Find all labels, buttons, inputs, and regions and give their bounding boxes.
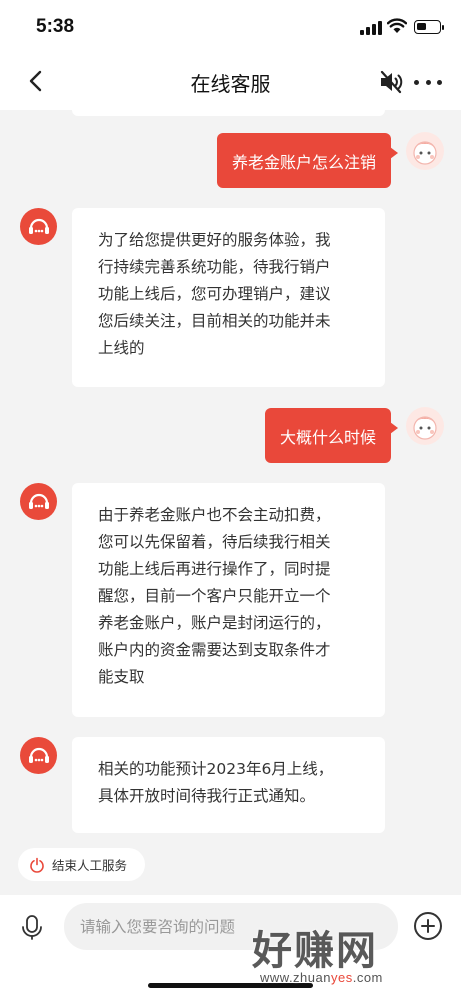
message-line: 您可以先保留着，待后续我行相关 bbox=[98, 533, 331, 551]
nav-bar: 在线客服 bbox=[0, 52, 461, 110]
headset-icon bbox=[28, 747, 49, 763]
user-avatar-icon bbox=[413, 141, 437, 165]
battery-icon bbox=[414, 20, 444, 34]
message-line: 功能上线后，您可办理销户，建议 bbox=[98, 285, 331, 303]
message-line: 行持续完善系统功能，待我行销户 bbox=[98, 258, 331, 276]
message-input[interactable] bbox=[64, 903, 398, 950]
agent-avatar[interactable] bbox=[20, 208, 57, 245]
microphone-icon[interactable] bbox=[20, 913, 44, 941]
user-message-text: 养老金账户怎么注销 bbox=[231, 152, 376, 172]
add-button[interactable] bbox=[414, 912, 442, 940]
agent-avatar[interactable] bbox=[20, 737, 57, 774]
headset-icon bbox=[28, 218, 49, 234]
message-line: 由于养老金账户也不会主动扣费， bbox=[98, 506, 331, 524]
input-bar bbox=[0, 895, 461, 1000]
chat-area[interactable]: 养老金账户怎么注销 为了给您提供更好的服务体验，我 行持续完善系统功能，待我行销… bbox=[0, 110, 461, 895]
message-line: 醒您，目前一个客户只能开立一个 bbox=[98, 587, 331, 605]
more-icon-dot bbox=[425, 79, 431, 85]
more-icon-dot bbox=[414, 79, 419, 85]
status-bar: 5:38 bbox=[0, 0, 461, 52]
message-line: 为了给您提供更好的服务体验，我 bbox=[98, 231, 331, 249]
previous-message-card bbox=[72, 110, 385, 116]
agent-message-bubble[interactable]: 为了给您提供更好的服务体验，我 行持续完善系统功能，待我行销户 功能上线后，您可… bbox=[72, 208, 385, 387]
battery-level bbox=[417, 23, 426, 30]
plus-icon bbox=[421, 919, 435, 933]
status-time: 5:38 bbox=[36, 16, 75, 37]
user-avatar[interactable] bbox=[406, 407, 444, 445]
cellular-signal-icon bbox=[360, 21, 382, 35]
user-message-bubble[interactable]: 养老金账户怎么注销 bbox=[216, 133, 399, 188]
speaker-mute-icon[interactable] bbox=[378, 69, 404, 95]
end-human-service-button[interactable]: 结束人工服务 bbox=[18, 848, 146, 881]
message-line: 功能上线后再进行操作了，同时提 bbox=[98, 560, 331, 578]
message-line: 能支取 bbox=[98, 668, 145, 686]
message-line: 您后续关注，目前相关的功能并未 bbox=[98, 312, 331, 330]
agent-message-bubble[interactable]: 由于养老金账户也不会主动扣费， 您可以先保留着，待后续我行相关 功能上线后再进行… bbox=[72, 483, 385, 717]
user-avatar[interactable] bbox=[406, 132, 444, 170]
power-icon bbox=[30, 857, 44, 873]
more-icon-dot bbox=[437, 79, 442, 85]
headset-icon bbox=[28, 493, 49, 509]
message-line: 相关的功能预计2023年6月上线， bbox=[98, 760, 334, 778]
wifi-icon bbox=[387, 18, 407, 33]
end-service-label: 结束人工服务 bbox=[52, 858, 128, 873]
agent-message-bubble[interactable]: 相关的功能预计2023年6月上线， 具体开放时间待我行正式通知。 bbox=[72, 737, 385, 833]
user-avatar-icon bbox=[413, 416, 437, 440]
agent-avatar[interactable] bbox=[20, 483, 57, 520]
message-line: 具体开放时间待我行正式通知。 bbox=[98, 787, 316, 805]
user-message-text: 大概什么时候 bbox=[279, 427, 376, 447]
home-indicator[interactable] bbox=[148, 983, 313, 988]
message-line: 养老金账户，账户是封闭运行的， bbox=[98, 614, 331, 632]
more-button[interactable] bbox=[414, 72, 442, 92]
message-line: 上线的 bbox=[98, 339, 145, 357]
user-message-bubble[interactable]: 大概什么时候 bbox=[264, 408, 399, 463]
message-line: 账户内的资金需要达到支取条件才 bbox=[98, 641, 331, 659]
